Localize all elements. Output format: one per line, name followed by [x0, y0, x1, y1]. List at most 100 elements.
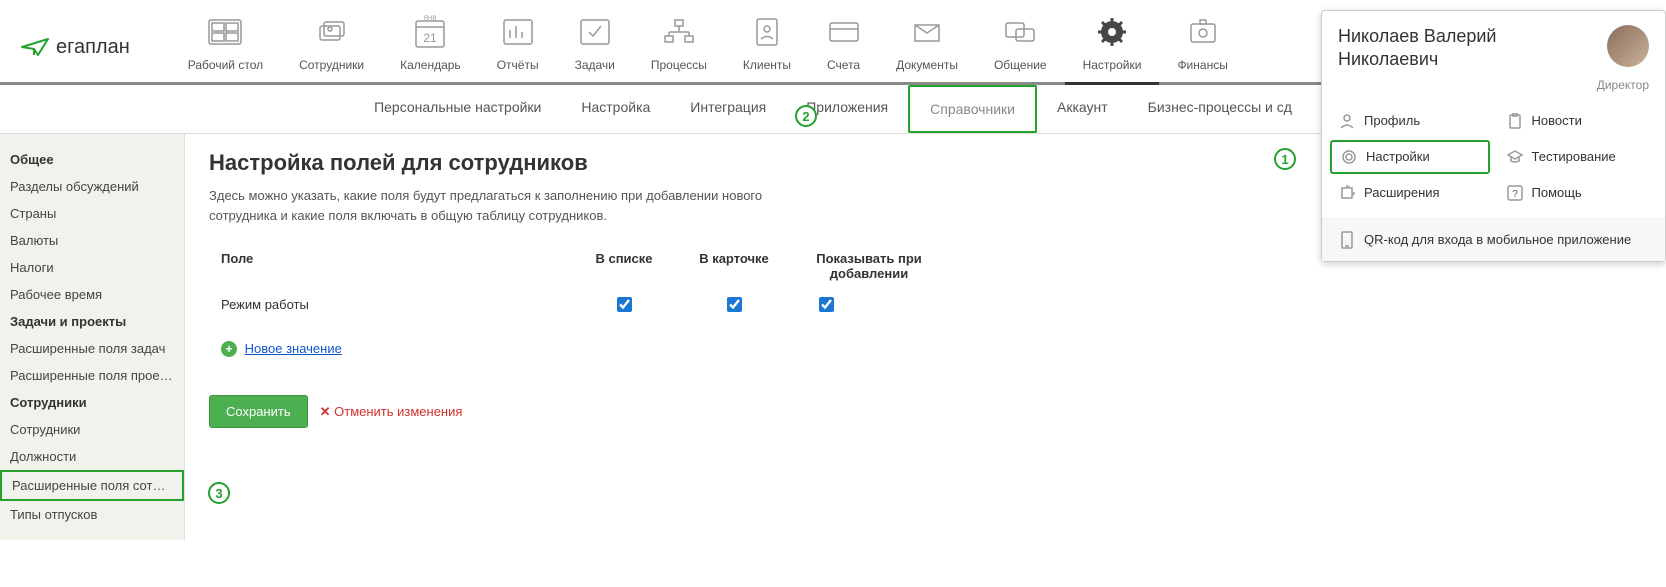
- svg-text:?: ?: [1512, 189, 1518, 200]
- nav-документы[interactable]: Документы: [878, 12, 976, 82]
- add-value-link[interactable]: Новое значение: [245, 341, 342, 356]
- nav-общение[interactable]: Общение: [976, 12, 1065, 82]
- nav-задачи[interactable]: Задачи: [557, 12, 633, 82]
- nav-icon: [753, 12, 781, 52]
- nav-отчёты[interactable]: Отчёты: [479, 12, 557, 82]
- nav-icon: [1004, 12, 1036, 52]
- sidebar-group-title: Общее: [0, 146, 184, 173]
- step-badge-3: 3: [208, 482, 230, 504]
- nav-клиенты[interactable]: Клиенты: [725, 12, 809, 82]
- cancel-button[interactable]: Отменить изменения: [320, 404, 463, 420]
- sidebar-item[interactable]: Должности: [0, 443, 184, 470]
- sidebar-group-title: Сотрудники: [0, 389, 184, 416]
- nav-label: Задачи: [575, 58, 615, 72]
- sidebar-item[interactable]: Разделы обсуждений: [0, 173, 184, 200]
- user-menu-тестирование[interactable]: Тестирование: [1498, 140, 1658, 174]
- sidebar-item[interactable]: Валюты: [0, 227, 184, 254]
- user-menu-профиль[interactable]: Профиль: [1330, 106, 1490, 136]
- nav-icon: [1096, 12, 1128, 52]
- nav-icon: [207, 12, 243, 52]
- nav-icon: [579, 12, 611, 52]
- sidebar-item[interactable]: Типы отпусков: [0, 501, 184, 528]
- sidebar-item[interactable]: Налоги: [0, 254, 184, 281]
- logo-text: егаплан: [56, 36, 130, 59]
- subnav-интеграция[interactable]: Интеграция: [670, 85, 786, 133]
- user-menu-label: Настройки: [1366, 149, 1430, 164]
- nav-label: Счета: [827, 58, 860, 72]
- plus-icon: +: [221, 341, 237, 357]
- user-menu-настройки[interactable]: Настройки: [1330, 140, 1490, 174]
- qr-login[interactable]: QR-код для входа в мобильное приложение: [1322, 218, 1665, 261]
- nav-label: Настройки: [1083, 58, 1142, 72]
- user-menu-помощь[interactable]: ?Помощь: [1498, 178, 1658, 208]
- checkbox-inlist[interactable]: [617, 297, 632, 312]
- sidebar-item[interactable]: Расширенные поля проек…: [0, 362, 184, 389]
- nav-label: Рабочий стол: [188, 58, 263, 72]
- mobile-icon: [1338, 231, 1356, 249]
- subnav-справочники[interactable]: Справочники: [908, 85, 1037, 133]
- sidebar-item[interactable]: Сотрудники: [0, 416, 184, 443]
- step-badge-2: 2: [795, 105, 817, 127]
- nav-label: Календарь: [400, 58, 461, 72]
- svg-text:21: 21: [424, 31, 438, 45]
- user-dropdown: Николаев Валерий Николаевич Директор Про…: [1321, 10, 1666, 262]
- user-menu-label: Профиль: [1364, 113, 1420, 128]
- qr-label: QR-код для входа в мобильное приложение: [1364, 232, 1631, 247]
- user-name: Николаев Валерий Николаевич: [1338, 25, 1599, 72]
- save-button[interactable]: Сохранить: [209, 395, 308, 428]
- col-incard-header: В карточке: [679, 251, 789, 281]
- help-icon: ?: [1506, 184, 1524, 202]
- checkbox-onadd[interactable]: [819, 297, 834, 312]
- sidebar-group-title: Задачи и проекты: [0, 308, 184, 335]
- table-row: Режим работы: [209, 289, 1642, 323]
- nav-label: Документы: [896, 58, 958, 72]
- col-field-header: Поле: [209, 251, 569, 281]
- nav-icon: 21 ЯНВ: [412, 12, 448, 52]
- nav-label: Общение: [994, 58, 1047, 72]
- nav-icon: [663, 12, 695, 52]
- nav-финансы[interactable]: Финансы: [1159, 12, 1245, 82]
- nav-счета[interactable]: Счета: [809, 12, 878, 82]
- gear-icon: [1340, 148, 1358, 166]
- school-icon: [1506, 148, 1524, 166]
- nav-label: Клиенты: [743, 58, 791, 72]
- user-menu-новости[interactable]: Новости: [1498, 106, 1658, 136]
- nav-рабочий-стол[interactable]: Рабочий стол: [170, 12, 281, 82]
- nav-настройки[interactable]: Настройки: [1065, 12, 1160, 85]
- nav-процессы[interactable]: Процессы: [633, 12, 725, 82]
- nav-label: Отчёты: [497, 58, 539, 72]
- col-inlist-header: В списке: [569, 251, 679, 281]
- sidebar-item[interactable]: Рабочее время: [0, 281, 184, 308]
- avatar[interactable]: [1607, 25, 1649, 67]
- subnav-бизнес-процессы-и-сд[interactable]: Бизнес-процессы и сд: [1128, 85, 1312, 133]
- logo[interactable]: егаплан: [20, 35, 130, 59]
- nav-календарь[interactable]: 21 ЯНВ Календарь: [382, 12, 479, 82]
- col-onadd-header: Показывать при добавлении: [789, 251, 949, 281]
- puzzle-icon: [1338, 184, 1356, 202]
- subnav-аккаунт[interactable]: Аккаунт: [1037, 85, 1128, 133]
- subnav-настройка[interactable]: Настройка: [561, 85, 670, 133]
- sidebar: ОбщееРазделы обсужденийСтраныВалютыНалог…: [0, 134, 185, 540]
- person-icon: [1338, 112, 1356, 130]
- nav-label: Сотрудники: [299, 58, 364, 72]
- nav-icon: [911, 12, 943, 52]
- user-role: Директор: [1322, 78, 1665, 102]
- page-description: Здесь можно указать, какие поля будут пр…: [209, 186, 829, 225]
- nav-icon: [314, 12, 350, 52]
- nav-icon: [828, 12, 860, 52]
- nav-label: Процессы: [651, 58, 707, 72]
- user-menu-label: Расширения: [1364, 185, 1440, 200]
- svg-text:ЯНВ: ЯНВ: [424, 16, 437, 22]
- user-menu-расширения[interactable]: Расширения: [1330, 178, 1490, 208]
- sidebar-item[interactable]: Страны: [0, 200, 184, 227]
- checkbox-incard[interactable]: [727, 297, 742, 312]
- clip-icon: [1506, 112, 1524, 130]
- sidebar-item[interactable]: Расширенные поля сотру…: [0, 470, 184, 501]
- subnav-персональные-настройки[interactable]: Персональные настройки: [354, 85, 561, 133]
- step-badge-1: 1: [1274, 148, 1296, 170]
- user-menu-label: Тестирование: [1532, 149, 1616, 164]
- nav-icon: [1187, 12, 1219, 52]
- nav-сотрудники[interactable]: Сотрудники: [281, 12, 382, 82]
- sidebar-item[interactable]: Расширенные поля задач: [0, 335, 184, 362]
- nav-label: Финансы: [1177, 58, 1227, 72]
